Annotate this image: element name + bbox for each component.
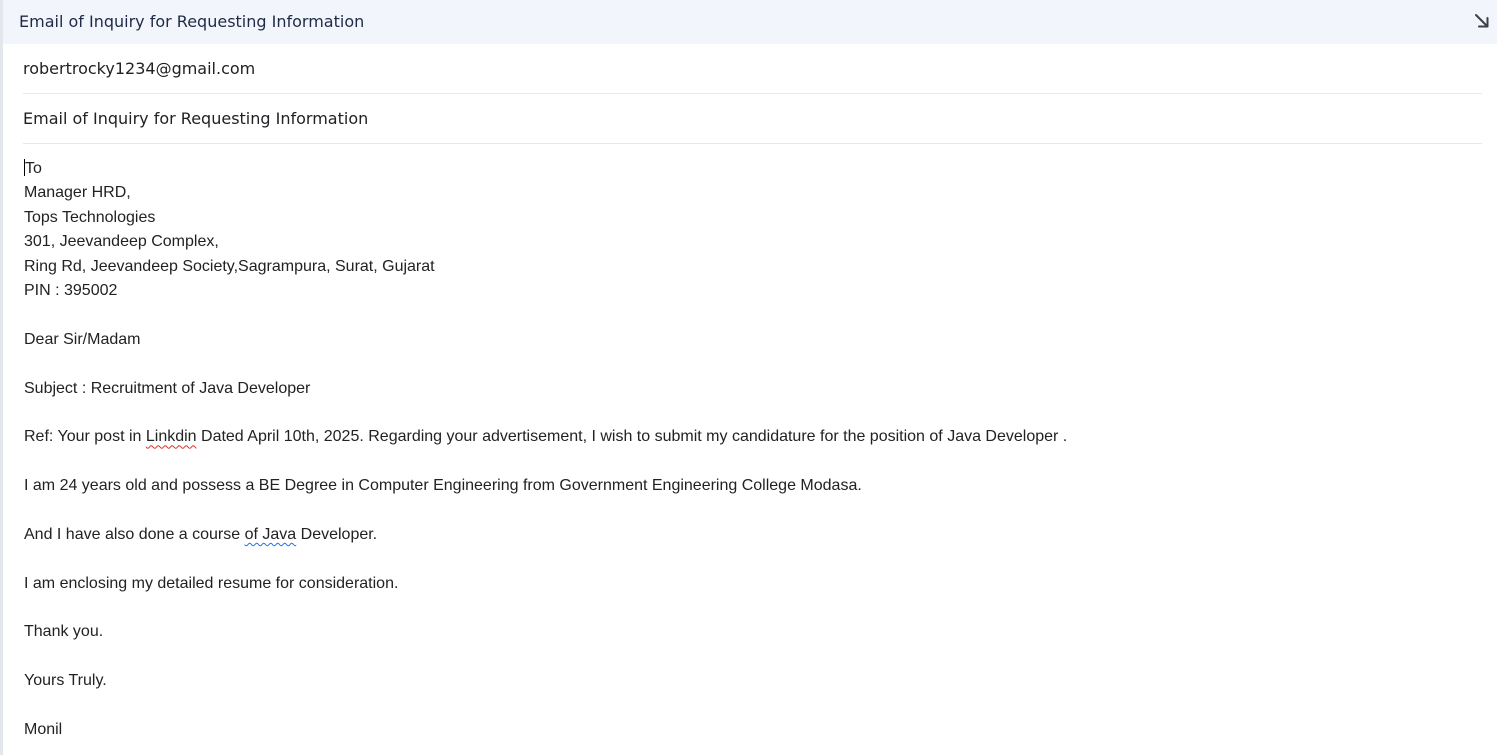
compose-titlebar[interactable]: Email of Inquiry for Requesting Informat… bbox=[3, 0, 1497, 44]
body-education-line: I am 24 years old and possess a BE Degre… bbox=[24, 477, 862, 495]
body-blank-line bbox=[24, 645, 1464, 669]
body-blank-line bbox=[24, 401, 1464, 425]
expand-button[interactable] bbox=[1471, 10, 1493, 32]
body-line-address-3: 301, Jeevandeep Complex, bbox=[24, 233, 219, 251]
spelling-error-word[interactable]: Linkdin bbox=[146, 428, 197, 445]
body-blank-line bbox=[24, 352, 1464, 376]
body-blank-line bbox=[24, 596, 1464, 620]
body-line-to: To bbox=[24, 159, 42, 177]
diagonal-arrow-icon bbox=[1475, 14, 1489, 28]
body-line-address-5: PIN : 395002 bbox=[24, 281, 118, 299]
body-salutation: Dear Sir/Madam bbox=[24, 330, 141, 348]
body-subject-line: Subject : Recruitment of Java Developer bbox=[24, 379, 311, 397]
subject-input[interactable]: Email of Inquiry for Requesting Informat… bbox=[23, 109, 368, 128]
body-line-address-2: Tops Technologies bbox=[24, 208, 156, 226]
to-recipient[interactable]: robertrocky1234@gmail.com bbox=[23, 59, 255, 78]
grammar-suggestion[interactable]: of Java bbox=[245, 526, 297, 543]
to-field[interactable]: robertrocky1234@gmail.com bbox=[23, 44, 1482, 94]
message-body[interactable]: To Manager HRD, Tops Technologies 301, J… bbox=[24, 157, 1464, 742]
body-line-address-1: Manager HRD, bbox=[24, 184, 131, 202]
body-blank-line bbox=[24, 303, 1464, 327]
body-course-line: And I have also done a course of Java De… bbox=[24, 525, 378, 543]
subject-field[interactable]: Email of Inquiry for Requesting Informat… bbox=[23, 94, 1482, 144]
body-resume-line: I am enclosing my detailed resume for co… bbox=[24, 574, 399, 592]
compose-title: Email of Inquiry for Requesting Informat… bbox=[19, 12, 365, 31]
body-blank-line bbox=[24, 547, 1464, 571]
body-line-address-4: Ring Rd, Jeevandeep Society,Sagrampura, … bbox=[24, 257, 435, 275]
compose-window: Email of Inquiry for Requesting Informat… bbox=[3, 0, 1497, 755]
body-blank-line bbox=[24, 694, 1464, 718]
body-closing-line: Yours Truly. bbox=[24, 672, 107, 690]
body-blank-line bbox=[24, 450, 1464, 474]
body-thanks-line: Thank you. bbox=[24, 623, 104, 641]
body-blank-line bbox=[24, 498, 1464, 522]
body-signature-line: Monil bbox=[24, 720, 63, 738]
body-ref-line: Ref: Your post in Linkdin Dated April 10… bbox=[24, 428, 1068, 446]
